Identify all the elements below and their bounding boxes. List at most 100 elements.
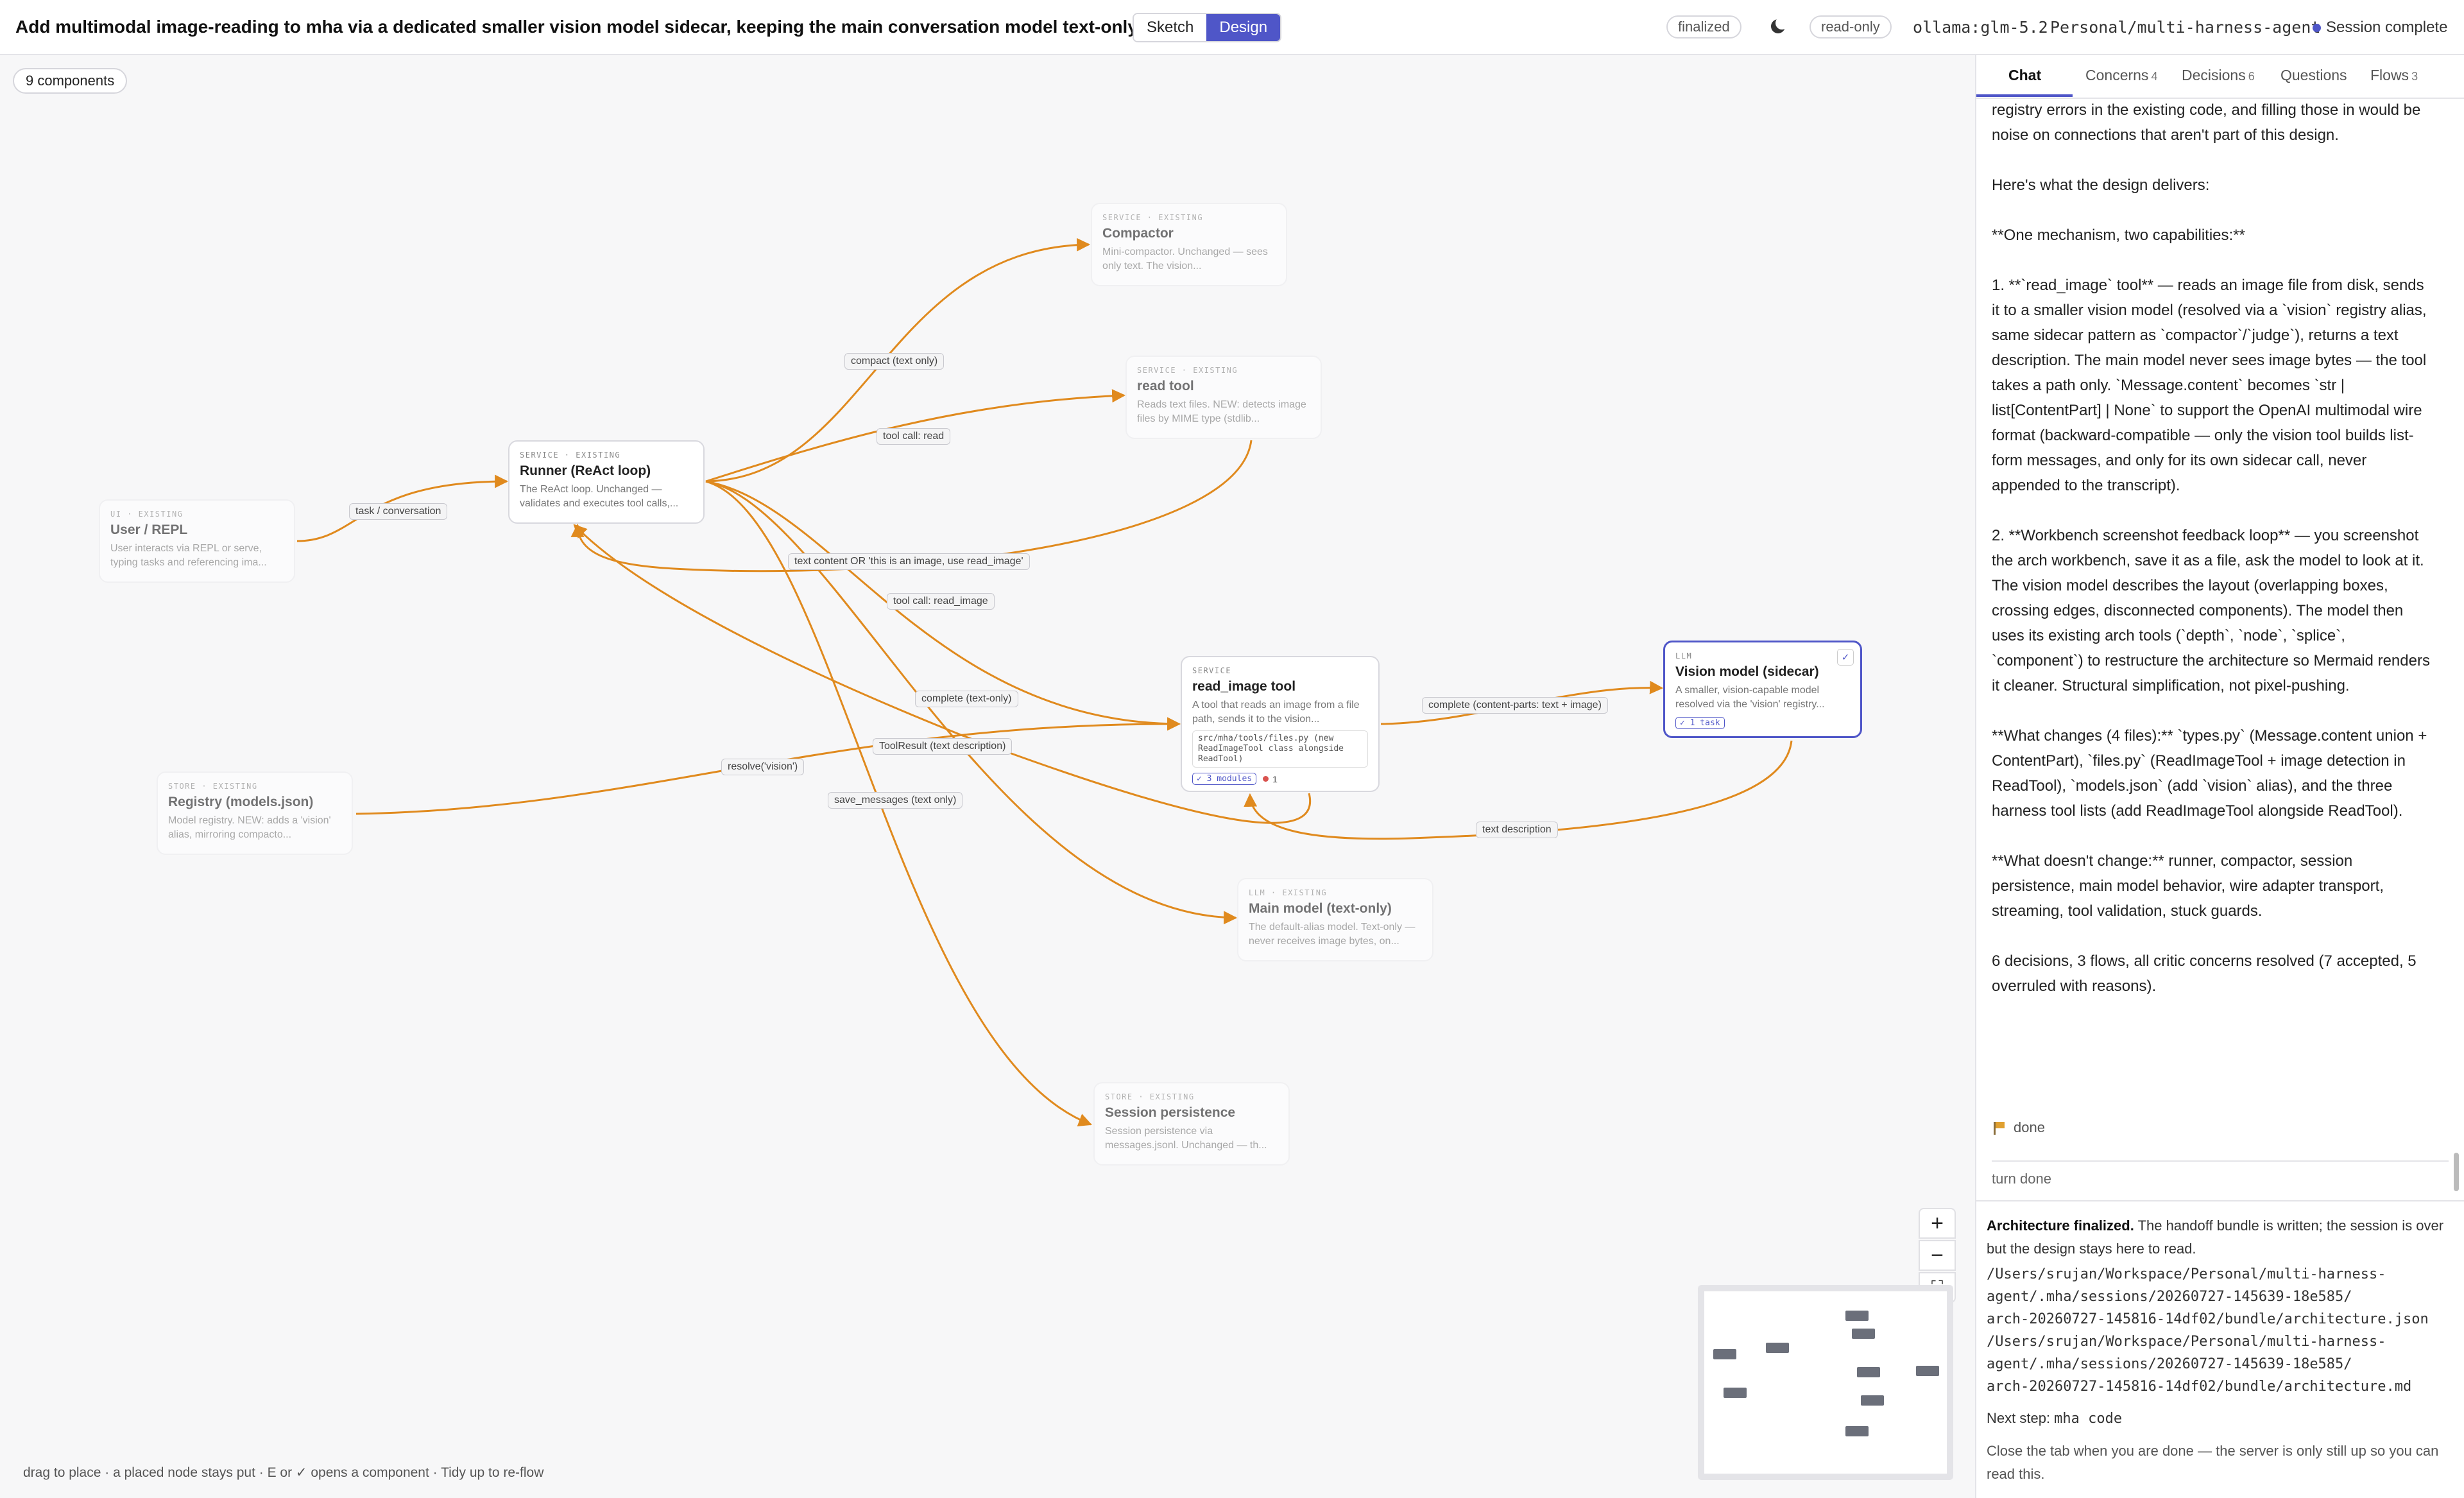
- edge-label: compact (text only): [844, 353, 945, 370]
- minimap-node: [1857, 1367, 1880, 1377]
- node-kind: LLM: [1675, 651, 1693, 660]
- modules-badge[interactable]: ✓ 3 modules: [1192, 773, 1257, 785]
- node-name: Session persistence: [1105, 1105, 1236, 1120]
- tab-concerns[interactable]: Concerns 4: [2085, 67, 2157, 84]
- node-kind: SERVICE · EXISTING: [520, 451, 621, 460]
- node-description: A tool that reads an image from a file p…: [1192, 700, 1360, 725]
- tab-count: 4: [2151, 70, 2158, 83]
- issues-badge[interactable]: 1: [1263, 774, 1278, 784]
- mode-sketch-button[interactable]: Sketch: [1134, 14, 1207, 41]
- finalized-notice: Architecture finalized. The handoff bund…: [1987, 1214, 2455, 1486]
- node-name: Registry (models.json): [168, 795, 314, 809]
- node-vision-model[interactable]: ✓ LLM Vision model (sidecar) A smaller, …: [1663, 641, 1862, 738]
- tab-label: Chat: [2008, 67, 2042, 83]
- mode-design-button[interactable]: Design: [1206, 14, 1281, 41]
- node-main-model[interactable]: LLM · EXISTING Main model (text-only) Th…: [1237, 878, 1433, 961]
- zoom-out-button[interactable]: −: [1919, 1240, 1956, 1271]
- minimap[interactable]: [1698, 1285, 1953, 1480]
- moon-icon[interactable]: [1771, 17, 1788, 33]
- zoom-in-button[interactable]: +: [1919, 1208, 1956, 1239]
- node-kind: SERVICE · EXISTING: [1102, 213, 1204, 222]
- node-session-persistence[interactable]: STORE · EXISTING Session persistence Ses…: [1093, 1082, 1290, 1166]
- tab-count: 6: [2248, 70, 2255, 83]
- minimap-node: [1724, 1388, 1747, 1398]
- node-file-path: src/mha/tools/files.py (new ReadImageToo…: [1192, 730, 1368, 768]
- chat-paragraph: registry errors in the existing code, an…: [1992, 101, 2421, 144]
- node-description: The ReAct loop. Unchanged — validates an…: [520, 484, 679, 509]
- chat-paragraph: Here's what the design delivers:: [1992, 176, 2210, 194]
- next-step-command: mha code: [2054, 1411, 2123, 1427]
- architecture-canvas[interactable]: 9 components task / conversation compact…: [0, 55, 1975, 1498]
- node-description: User interacts via REPL or serve, typing…: [110, 543, 267, 568]
- node-compactor[interactable]: SERVICE · EXISTING Compactor Mini-compac…: [1091, 203, 1287, 286]
- chat-scrollbar[interactable]: [2454, 1153, 2459, 1191]
- edge-label: tool call: read: [877, 428, 951, 445]
- node-kind: SERVICE · EXISTING: [1137, 366, 1238, 375]
- node-user-repl[interactable]: UI · EXISTING User / REPL User interacts…: [99, 499, 295, 583]
- tab-label: Questions: [2280, 67, 2347, 83]
- node-kind: STORE · EXISTING: [1105, 1092, 1195, 1101]
- canvas-hint: drag to place · a placed node stays put …: [23, 1465, 544, 1480]
- minimap-node: [1852, 1329, 1875, 1339]
- chat-paragraph: 6 decisions, 3 flows, all critic concern…: [1992, 952, 2417, 995]
- tab-label: Decisions: [2182, 67, 2246, 83]
- node-description: Mini-compactor. Unchanged — sees only te…: [1102, 246, 1268, 271]
- done-label: done: [2014, 1119, 2045, 1135]
- issue-dot-icon: [1263, 776, 1269, 782]
- chat-transcript: registry errors in the existing code, an…: [1992, 98, 2464, 999]
- minimap-node: [1713, 1349, 1736, 1359]
- edge-label: text content OR 'this is an image, use r…: [788, 553, 1030, 570]
- divider: [1975, 1200, 2464, 1201]
- node-description: Model registry. NEW: adds a 'vision' ali…: [168, 815, 331, 840]
- done-indicator: done: [1992, 1119, 2045, 1136]
- tab-flows[interactable]: Flows 3: [2370, 67, 2418, 84]
- chat-paragraph: **One mechanism, two capabilities:**: [1992, 227, 2245, 244]
- node-name: Vision model (sidecar): [1675, 664, 1819, 679]
- tab-questions[interactable]: Questions: [2280, 67, 2347, 84]
- turn-done-label: turn done: [1992, 1171, 2051, 1187]
- node-name: Compactor: [1102, 226, 1174, 241]
- node-name: Main model (text-only): [1249, 901, 1392, 916]
- chat-paragraph: **What changes (4 files):** `types.py` (…: [1992, 727, 2427, 820]
- task-badge[interactable]: ✓ 1 task: [1675, 717, 1725, 729]
- node-name: read tool: [1137, 379, 1194, 393]
- tab-label: Flows: [2370, 67, 2409, 83]
- bundle-path-line: arch-20260727-145816-14df02/bundle/archi…: [1987, 1379, 2412, 1395]
- node-kind: LLM · EXISTING: [1249, 888, 1328, 897]
- tab-decisions[interactable]: Decisions 6: [2182, 67, 2255, 84]
- edge-label: complete (text-only): [915, 691, 1018, 707]
- minimap-node: [1766, 1343, 1789, 1353]
- panel-tabs: Chat Concerns 4 Decisions 6 Questions Flow…: [1976, 55, 2464, 99]
- minimap-node: [1845, 1311, 1869, 1321]
- finalized-heading: Architecture finalized.: [1987, 1218, 2134, 1234]
- tab-chat[interactable]: Chat: [2008, 67, 2041, 84]
- repo-label: Personal/multi-harness-agent: [2050, 18, 2321, 37]
- flag-icon: [1992, 1121, 2006, 1135]
- node-read-image-tool[interactable]: SERVICE read_image tool A tool that read…: [1181, 656, 1380, 792]
- edge-label: resolve('vision'): [721, 759, 805, 775]
- edge-label: ToolResult (text description): [873, 738, 1013, 755]
- node-read-tool[interactable]: SERVICE · EXISTING read tool Reads text …: [1125, 356, 1322, 439]
- node-name: User / REPL: [110, 522, 188, 537]
- edge-label: tool call: read_image: [887, 593, 995, 610]
- node-name: read_image tool: [1192, 679, 1296, 694]
- bundle-path-line: agent/.mha/sessions/20260727-145639-18e5…: [1987, 1356, 2352, 1372]
- divider: [1992, 1160, 2449, 1162]
- node-kind: SERVICE: [1192, 666, 1232, 675]
- chat-paragraph: **What doesn't change:** runner, compact…: [1992, 852, 2384, 920]
- mode-toggle[interactable]: Sketch Design: [1133, 13, 1282, 42]
- node-description: Session persistence via messages.jsonl. …: [1105, 1126, 1267, 1151]
- close-note: Close the tab when you are done — the se…: [1987, 1443, 2439, 1482]
- node-registry[interactable]: STORE · EXISTING Registry (models.json) …: [157, 771, 353, 855]
- active-tab-indicator: [1976, 94, 2073, 97]
- minimap-node: [1916, 1366, 1939, 1376]
- open-component-check-icon[interactable]: ✓: [1837, 649, 1854, 666]
- finalized-badge: finalized: [1666, 15, 1741, 39]
- next-step-label: Next step:: [1987, 1410, 2051, 1426]
- node-kind: UI · EXISTING: [110, 510, 184, 519]
- node-kind: STORE · EXISTING: [168, 782, 258, 791]
- edge-label: complete (content-parts: text + image): [1422, 697, 1608, 714]
- issues-count: 1: [1272, 773, 1278, 784]
- edge-label: save_messages (text only): [828, 792, 963, 809]
- node-runner[interactable]: SERVICE · EXISTING Runner (ReAct loop) T…: [508, 440, 705, 524]
